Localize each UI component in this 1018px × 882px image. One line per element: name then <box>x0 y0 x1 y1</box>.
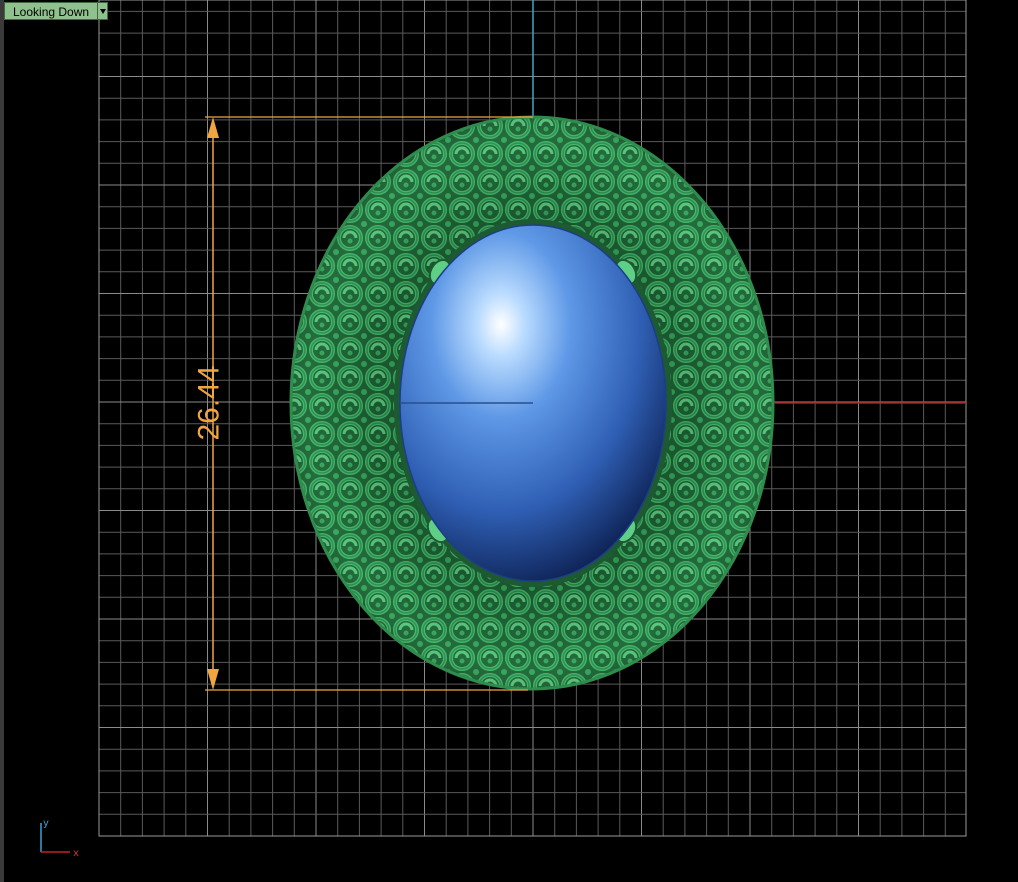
viewport-left-border <box>0 0 4 882</box>
viewport-canvas[interactable]: 26.44 y x <box>0 0 1018 882</box>
dimension-value: 26.44 <box>193 365 226 440</box>
axis-widget-x-label: x <box>73 848 79 859</box>
chevron-down-icon[interactable] <box>97 2 109 20</box>
axis-widget: y x <box>40 818 79 859</box>
axis-widget-y-label: y <box>43 818 49 829</box>
view-label[interactable]: Looking Down <box>4 2 109 20</box>
rhino-viewport-top[interactable]: 26.44 y x Looking Down <box>0 0 1018 882</box>
view-name-label[interactable]: Looking Down <box>4 2 98 20</box>
